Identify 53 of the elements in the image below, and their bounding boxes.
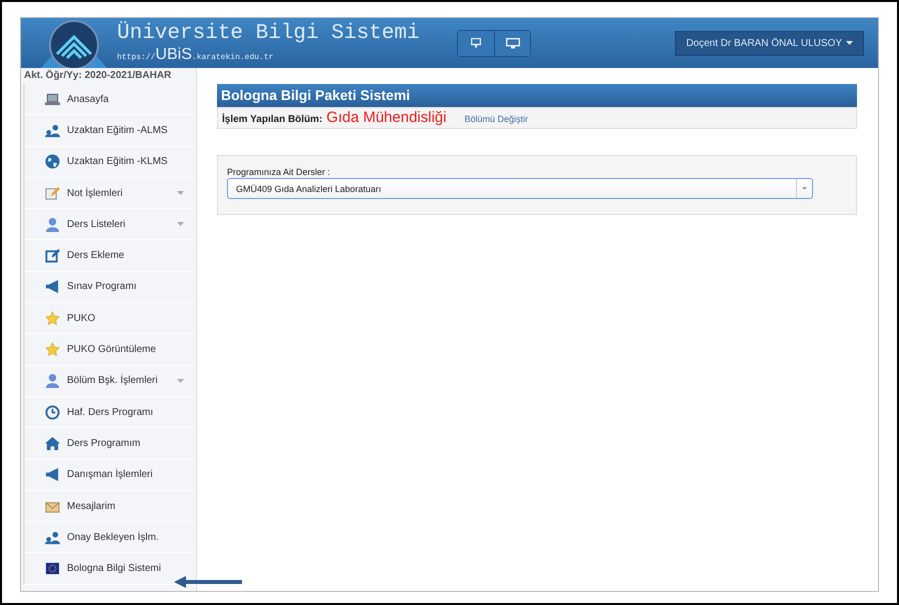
- user-menu[interactable]: Doçent Dr BARAN ÖNAL ULUSOY: [675, 30, 864, 56]
- caret-icon: [846, 41, 853, 45]
- url-domain: .karatekin.edu.tr: [192, 53, 274, 62]
- users-icon: [45, 530, 60, 545]
- users-icon: [45, 122, 60, 138]
- panel-title: Bologna Bilgi Paketi Sistemi: [217, 84, 857, 107]
- sidebar-item[interactable]: Haf. Ders Programı: [23, 396, 196, 428]
- star-icon: [45, 342, 60, 358]
- edit-icon: [45, 248, 60, 264]
- megaphone-icon: [45, 279, 60, 294]
- sidebar-item[interactable]: Ders Ekleme: [23, 240, 196, 272]
- sidebar-item[interactable]: Ders Listeleri: [23, 209, 196, 240]
- sidebar-item[interactable]: Ders Programım: [23, 428, 196, 460]
- pencil-icon: [45, 186, 60, 201]
- caret-icon: [177, 378, 184, 383]
- sidebar-item[interactable]: Uzaktan Eğitim -ALMS: [23, 115, 196, 147]
- caret-icon: [177, 191, 184, 196]
- monitor-button[interactable]: [458, 30, 494, 56]
- sidebar-item[interactable]: PUKO Görüntüleme: [23, 334, 196, 366]
- site-title: Üniversite Bilgi Sistemi: [117, 22, 420, 46]
- sidebar-item[interactable]: Uzaktan Eğitim -KLMS: [23, 146, 196, 178]
- monitor-button[interactable]: [494, 30, 530, 56]
- department-label: İşlem Yapılan Bölüm:: [222, 114, 322, 125]
- laptop-icon: [45, 92, 60, 107]
- sidebar-item[interactable]: Bölüm Bşk. İşlemleri: [23, 366, 196, 397]
- caret-icon: [802, 187, 807, 190]
- caret-icon: [177, 222, 184, 226]
- sidebar-item[interactable]: Sınav Programı: [23, 272, 196, 304]
- courses-label: Programınıza Ait Dersler :: [227, 167, 332, 177]
- monitor-icon: [471, 38, 481, 48]
- sidebar-item[interactable]: Mesajlarim: [23, 490, 196, 522]
- department-name: Gıda Mühendisliği: [326, 109, 446, 126]
- term-label: Akt. Öğr/Yy: 2020-2021/BAHAR: [23, 68, 172, 83]
- course-select[interactable]: GMÜ409 Gıda Analizleri Laboratuarı: [227, 178, 813, 199]
- megaphone-icon: [45, 467, 60, 482]
- brand-name: UBiS: [155, 46, 192, 64]
- monitor-icon: [506, 38, 520, 48]
- sidebar-item[interactable]: Danışman İşlemleri: [23, 460, 196, 491]
- user-icon: [45, 373, 60, 388]
- flag-icon: [45, 561, 60, 576]
- globe-icon: [45, 154, 60, 170]
- change-department-link[interactable]: Bölümü Değiştir: [464, 114, 528, 124]
- sidebar-item[interactable]: Onay Bekleyen İşlm.: [23, 522, 196, 554]
- user-icon: [45, 216, 60, 232]
- home-icon: [45, 436, 60, 451]
- clock-icon: [45, 404, 60, 420]
- url-prefix: https://: [117, 53, 156, 62]
- star-icon: [45, 310, 60, 326]
- sidebar-item[interactable]: Anasayfa: [23, 84, 196, 116]
- sidebar-item[interactable]: PUKO: [23, 303, 196, 334]
- arrow-drawing: [172, 576, 244, 588]
- university-logo: [41, 18, 107, 68]
- sidebar-item[interactable]: Not İşlemleri: [23, 178, 196, 210]
